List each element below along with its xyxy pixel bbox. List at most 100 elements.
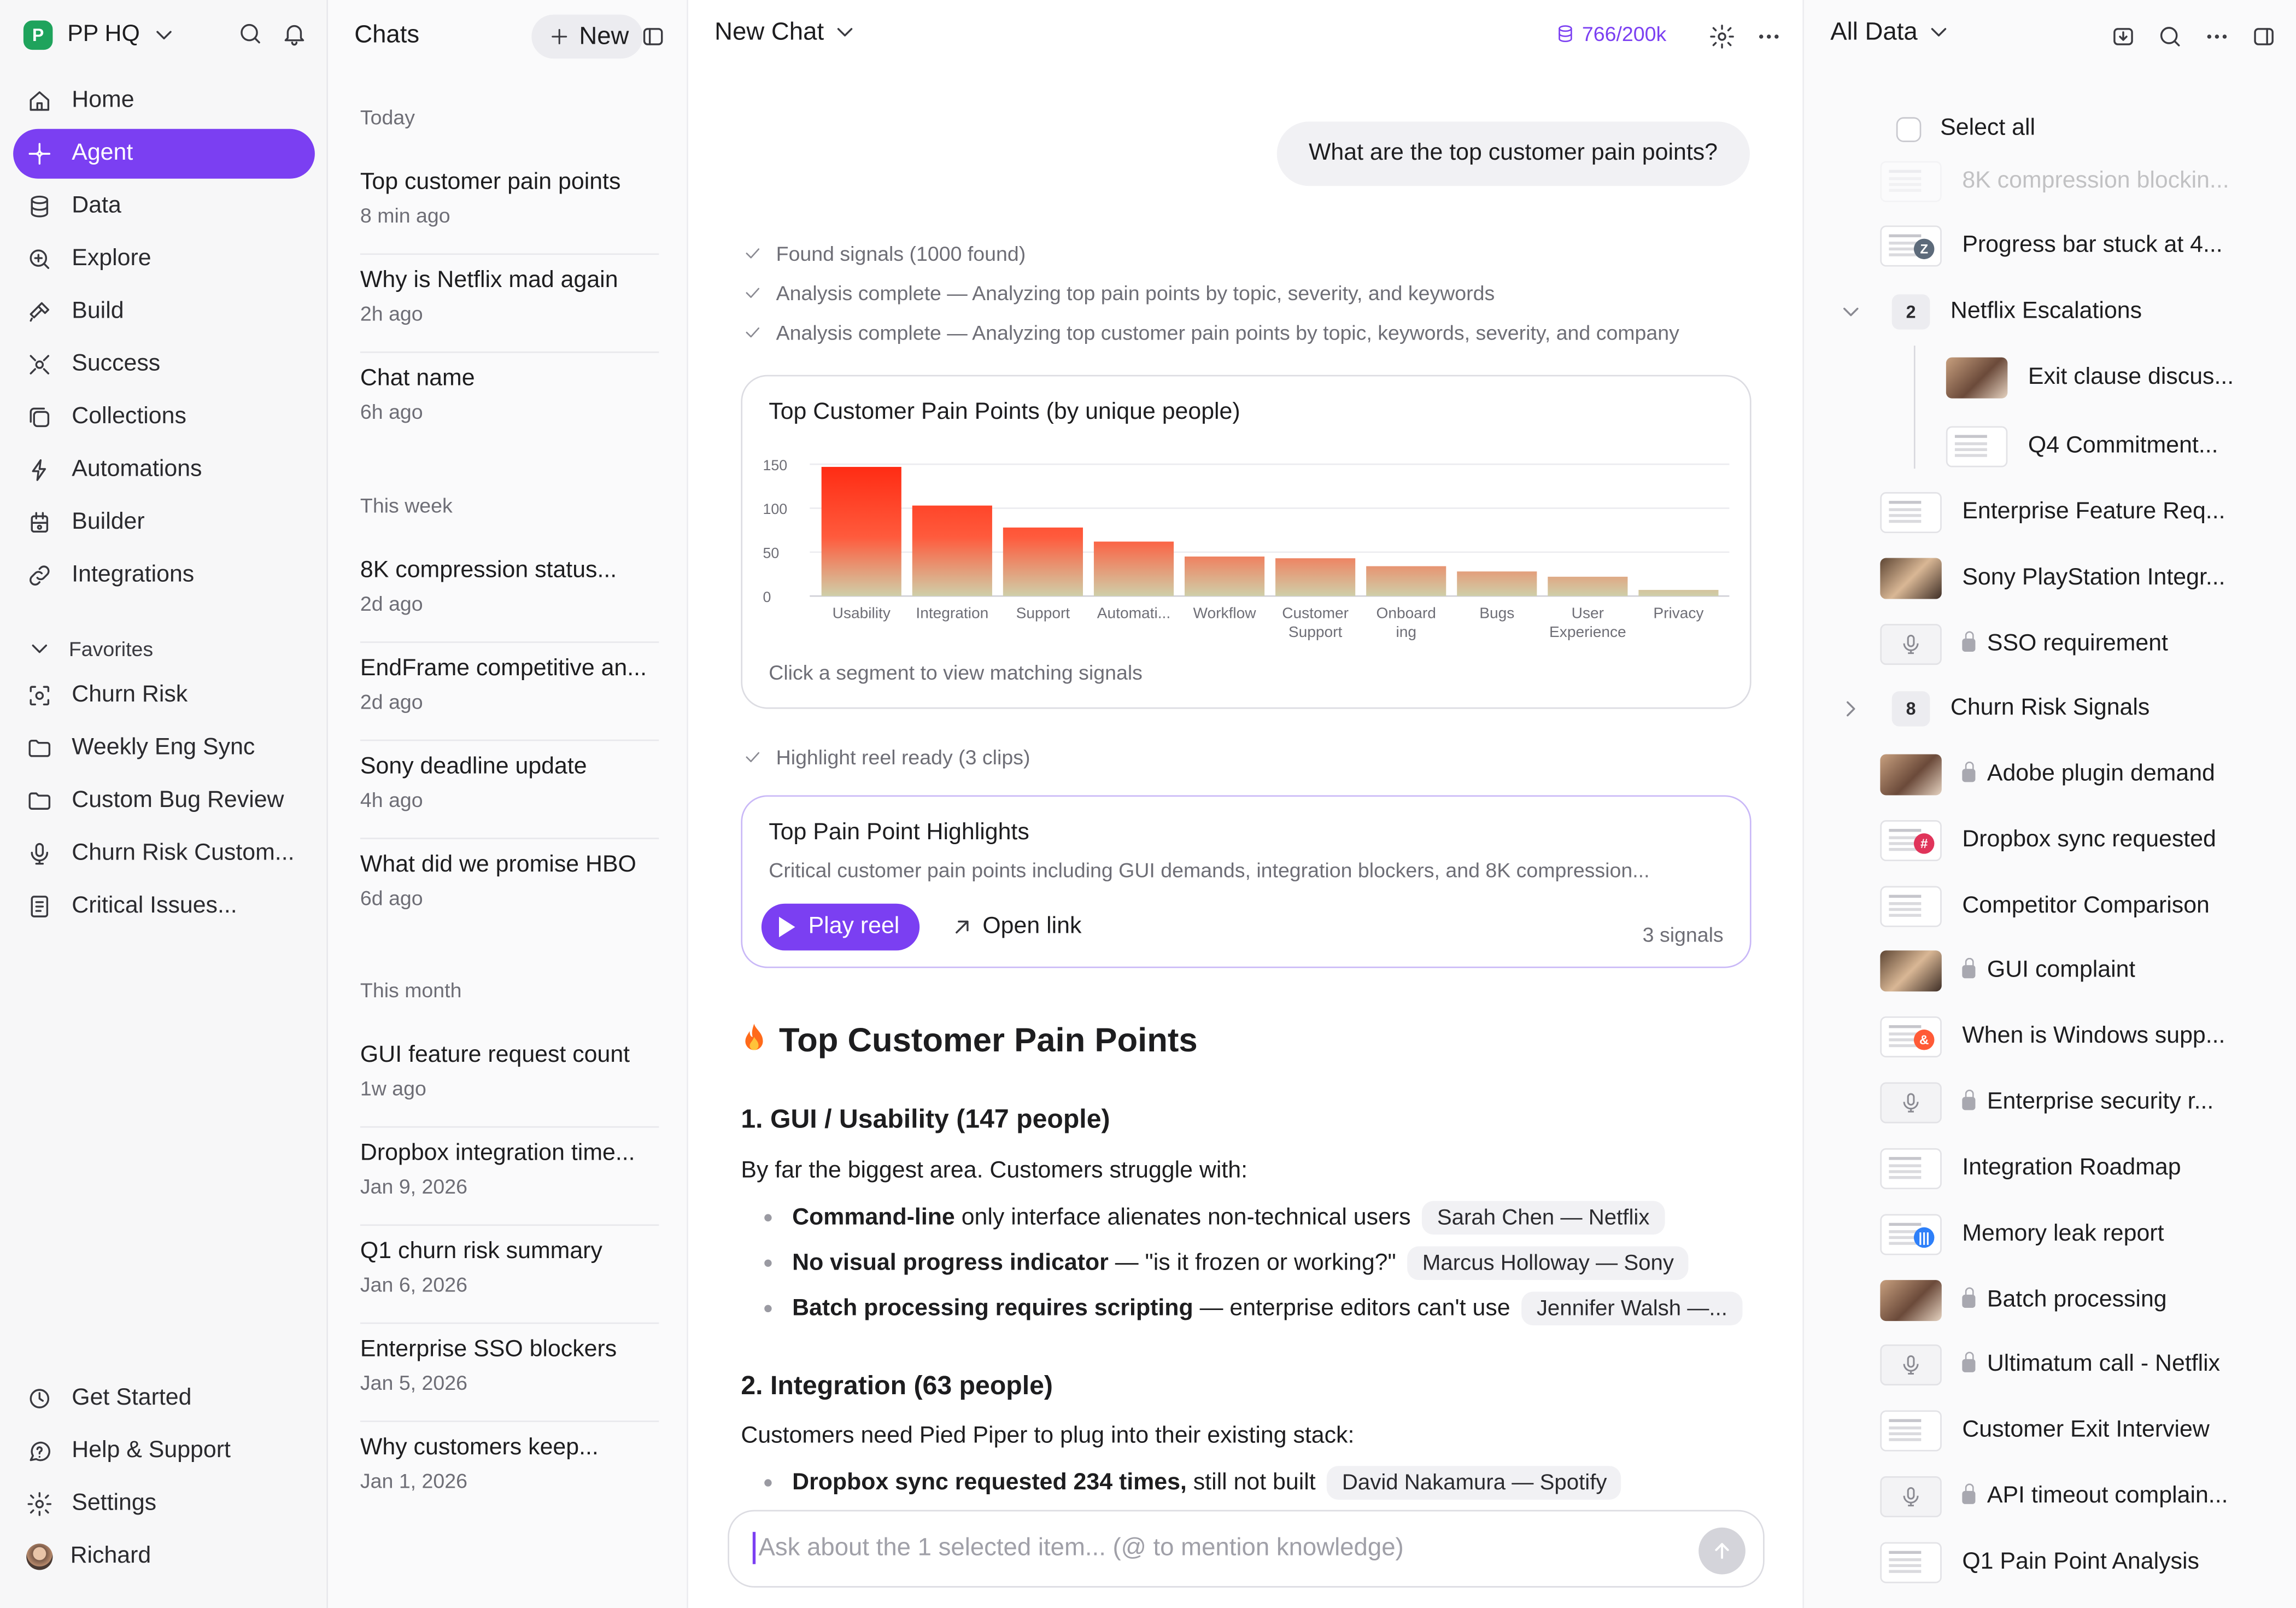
play-reel-label: Play reel xyxy=(808,914,900,939)
nav-item-automations[interactable]: Automations xyxy=(13,445,315,495)
data-item[interactable]: GUI complaint xyxy=(1880,939,2290,1003)
data-item[interactable]: Exit clause discus... xyxy=(1946,346,2296,410)
select-all[interactable]: Select all xyxy=(1896,116,2035,142)
chat-item[interactable]: Sony deadline update 4h ago xyxy=(360,742,659,839)
data-item[interactable]: Competitor Comparison xyxy=(1880,874,2290,939)
nav-item-collections[interactable]: Collections xyxy=(13,393,315,442)
favorite-item[interactable]: Weekly Eng Sync xyxy=(13,723,315,773)
chat-item[interactable]: GUI feature request count 1w ago xyxy=(360,1031,659,1128)
favorite-item[interactable]: Churn Risk Custom... xyxy=(13,829,315,879)
chats-title: Chats xyxy=(354,20,420,49)
data-item[interactable]: Adobe plugin demand xyxy=(1880,742,2290,807)
source-chip[interactable]: Sarah Chen — Netflix xyxy=(1422,1201,1665,1235)
gear-icon[interactable] xyxy=(1707,22,1737,51)
chevron-right-icon[interactable] xyxy=(1836,694,1866,724)
composer-input[interactable] xyxy=(752,1531,1641,1564)
data-item[interactable]: 8K compression blockin... xyxy=(1880,149,2290,214)
bar-support[interactable] xyxy=(1003,527,1083,597)
data-item[interactable]: API timeout complain... xyxy=(1880,1465,2290,1529)
data-item[interactable]: Sony PlayStation Integr... xyxy=(1880,546,2290,611)
bar-automati-[interactable] xyxy=(1093,541,1174,597)
highlight-card[interactable]: Top Pain Point Highlights Critical custo… xyxy=(741,795,1752,968)
chat-item[interactable]: Why customers keep... Jan 1, 2026 xyxy=(360,1424,659,1521)
data-item[interactable]: & When is Windows supp... xyxy=(1880,1005,2290,1069)
bell-icon[interactable] xyxy=(280,19,309,49)
data-item-label: Q4 Commitment... xyxy=(2028,433,2218,459)
chevron-down-icon[interactable] xyxy=(1836,297,1866,327)
chat-item[interactable]: What did we promise HBO 6d ago xyxy=(360,841,659,938)
nav-item-explore[interactable]: Explore xyxy=(13,235,315,284)
send-button[interactable] xyxy=(1698,1527,1746,1575)
bottom-nav: Get Started Help & Support Settings Richard xyxy=(13,1374,315,1585)
chat-item[interactable]: Dropbox integration time... Jan 9, 2026 xyxy=(360,1129,659,1226)
data-item[interactable]: Z Progress bar stuck at 4... xyxy=(1880,214,2290,278)
bottom-nav-richard[interactable]: Richard xyxy=(13,1532,315,1582)
data-item[interactable]: # Dropbox sync requested xyxy=(1880,809,2290,873)
open-link-button[interactable]: Open link xyxy=(947,913,1081,942)
favorite-item[interactable]: Custom Bug Review xyxy=(13,776,315,826)
data-item[interactable]: SSO requirement xyxy=(1880,612,2290,677)
chat-item[interactable]: EndFrame competitive an... 2d ago xyxy=(360,645,659,741)
source-chip[interactable]: David Nakamura — Spotify xyxy=(1327,1466,1622,1500)
play-reel-button[interactable]: Play reel xyxy=(761,903,920,951)
nav-item-build[interactable]: Build xyxy=(13,287,315,337)
chat-item-time: 2d ago xyxy=(360,689,423,714)
favorite-item[interactable]: Critical Issues... xyxy=(13,882,315,932)
bottom-nav-help-support[interactable]: Help & Support xyxy=(13,1426,315,1476)
nav-item-builder[interactable]: Builder xyxy=(13,498,315,548)
chat-item[interactable]: Chat name 6h ago xyxy=(360,354,659,451)
workspace-switcher[interactable]: P PP HQ xyxy=(23,17,178,52)
bar-bugs[interactable] xyxy=(1457,571,1537,597)
bar-chart[interactable]: 0 50 100 150 Usability Integration Support Auto… xyxy=(757,447,1738,652)
data-item[interactable]: Enterprise Feature Req... xyxy=(1880,481,2290,545)
search-icon[interactable] xyxy=(2156,22,2185,51)
data-item[interactable]: Q4 Commitment... xyxy=(1946,414,2296,479)
data-item[interactable]: Batch processing xyxy=(1880,1268,2290,1333)
data-folder[interactable]: 8 Churn Risk Signals xyxy=(1847,677,2290,741)
data-item[interactable]: ||| Memory leak report xyxy=(1880,1202,2290,1267)
data-item[interactable]: Customer Exit Interview xyxy=(1880,1399,2290,1463)
more-icon[interactable] xyxy=(2203,22,2232,51)
bar-customer-support[interactable] xyxy=(1275,558,1356,597)
data-item[interactable]: Q1 Pain Point Analysis xyxy=(1880,1530,2290,1595)
nav-item-data[interactable]: Data xyxy=(13,182,315,231)
favorites-header[interactable]: Favorites xyxy=(25,634,153,664)
nav-item-success[interactable]: Success xyxy=(13,340,315,389)
panel-toggle-icon[interactable] xyxy=(2249,22,2279,51)
bar-privacy[interactable] xyxy=(1638,589,1719,597)
chat-title-menu[interactable]: New Chat xyxy=(714,17,859,47)
x-tick-label: Support xyxy=(1288,623,1343,640)
bar-onboarding[interactable] xyxy=(1366,566,1446,597)
bar-workflow[interactable] xyxy=(1184,556,1265,597)
chat-item[interactable]: 8K compression status... 2d ago xyxy=(360,546,659,643)
workspace-name: PP HQ xyxy=(67,22,140,47)
more-icon[interactable] xyxy=(1754,22,1784,51)
search-icon[interactable] xyxy=(236,19,265,49)
bar-integration[interactable] xyxy=(912,505,992,597)
source-chip[interactable]: Jennifer Walsh —... xyxy=(1522,1291,1742,1326)
panel-toggle-icon[interactable] xyxy=(639,22,668,51)
new-chat-button[interactable]: New xyxy=(531,14,643,59)
nav-item-home[interactable]: Home xyxy=(13,76,315,126)
bar-user-experience[interactable] xyxy=(1548,576,1628,597)
chat-item[interactable]: Why is Netflix mad again 2h ago xyxy=(360,256,659,353)
nav-item-integrations[interactable]: Integrations xyxy=(13,551,315,600)
bottom-nav-settings[interactable]: Settings xyxy=(13,1479,315,1529)
chat-item[interactable]: Top customer pain points 8 min ago xyxy=(360,158,659,255)
download-icon[interactable] xyxy=(2108,22,2138,51)
source-chip[interactable]: Marcus Holloway — Sony xyxy=(1408,1246,1689,1280)
chat-item[interactable]: Q1 churn risk summary Jan 6, 2026 xyxy=(360,1227,659,1324)
data-item[interactable]: Enterprise security r... xyxy=(1880,1071,2290,1135)
data-item[interactable]: Ultimatum call - Netflix xyxy=(1880,1333,2290,1398)
chart-card[interactable]: Top Customer Pain Points (by unique peop… xyxy=(741,375,1752,709)
select-all-checkbox[interactable] xyxy=(1896,116,1922,142)
data-item[interactable]: Integration Roadmap xyxy=(1880,1137,2290,1201)
data-filter-menu[interactable]: All Data xyxy=(1830,17,1953,47)
data-folder[interactable]: 2 Netflix Escalations xyxy=(1843,280,2290,344)
bottom-nav-get-started[interactable]: Get Started xyxy=(13,1374,315,1424)
token-usage[interactable]: 766/200k xyxy=(1554,22,1666,45)
nav-item-agent[interactable]: Agent xyxy=(13,128,315,179)
chat-item[interactable]: Enterprise SSO blockers Jan 5, 2026 xyxy=(360,1325,659,1422)
favorite-item[interactable]: Churn Risk xyxy=(13,671,315,721)
bar-usability[interactable] xyxy=(821,466,901,597)
